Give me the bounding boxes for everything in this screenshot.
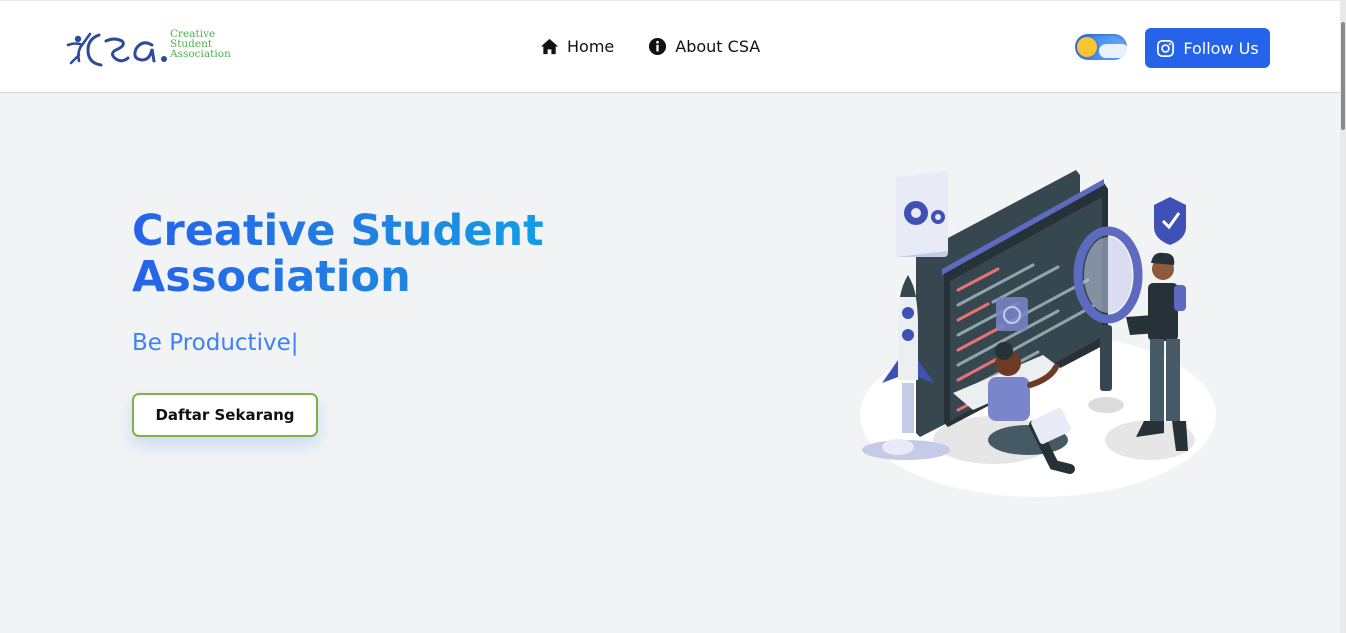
page-scrollbar[interactable]: [1340, 0, 1346, 633]
logo-line-association: Association: [170, 48, 231, 60]
daftar-sekarang-button[interactable]: Daftar Sekarang: [132, 393, 318, 437]
follow-us-label: Follow Us: [1183, 38, 1259, 58]
scrollbar-thumb[interactable]: [1341, 22, 1345, 130]
nav-home-link[interactable]: Home: [540, 37, 614, 56]
hero-subtitle: Be Productive|: [132, 330, 298, 356]
nav-about-link[interactable]: About CSA: [648, 37, 760, 56]
logo-wordmark: Creative Student Association: [170, 29, 231, 60]
nav-links: Home About CSA: [540, 37, 760, 56]
top-navbar: Creative Student Association Home About …: [0, 0, 1340, 93]
nav-home-label: Home: [567, 37, 615, 56]
theme-toggle[interactable]: [1075, 34, 1127, 60]
developer-team-illustration-icon: [860, 170, 1216, 497]
hero-title: Creative Student Association: [132, 208, 592, 300]
hero-title-line-2: Association: [132, 252, 411, 302]
instagram-icon: [1157, 39, 1175, 57]
typed-text: Be Productive: [132, 330, 291, 356]
typing-cursor: |: [290, 330, 299, 356]
home-icon: [540, 38, 559, 55]
hero-title-line-1: Creative Student: [132, 206, 544, 256]
csa-logo[interactable]: Creative Student Association: [66, 25, 236, 71]
info-icon: [649, 37, 667, 56]
sun-icon: [1077, 37, 1097, 57]
follow-us-button[interactable]: Follow Us: [1145, 28, 1270, 68]
csa-logo-mark-icon: [66, 32, 167, 67]
nav-about-label: About CSA: [675, 37, 761, 56]
cloud-icon: [1099, 44, 1127, 58]
